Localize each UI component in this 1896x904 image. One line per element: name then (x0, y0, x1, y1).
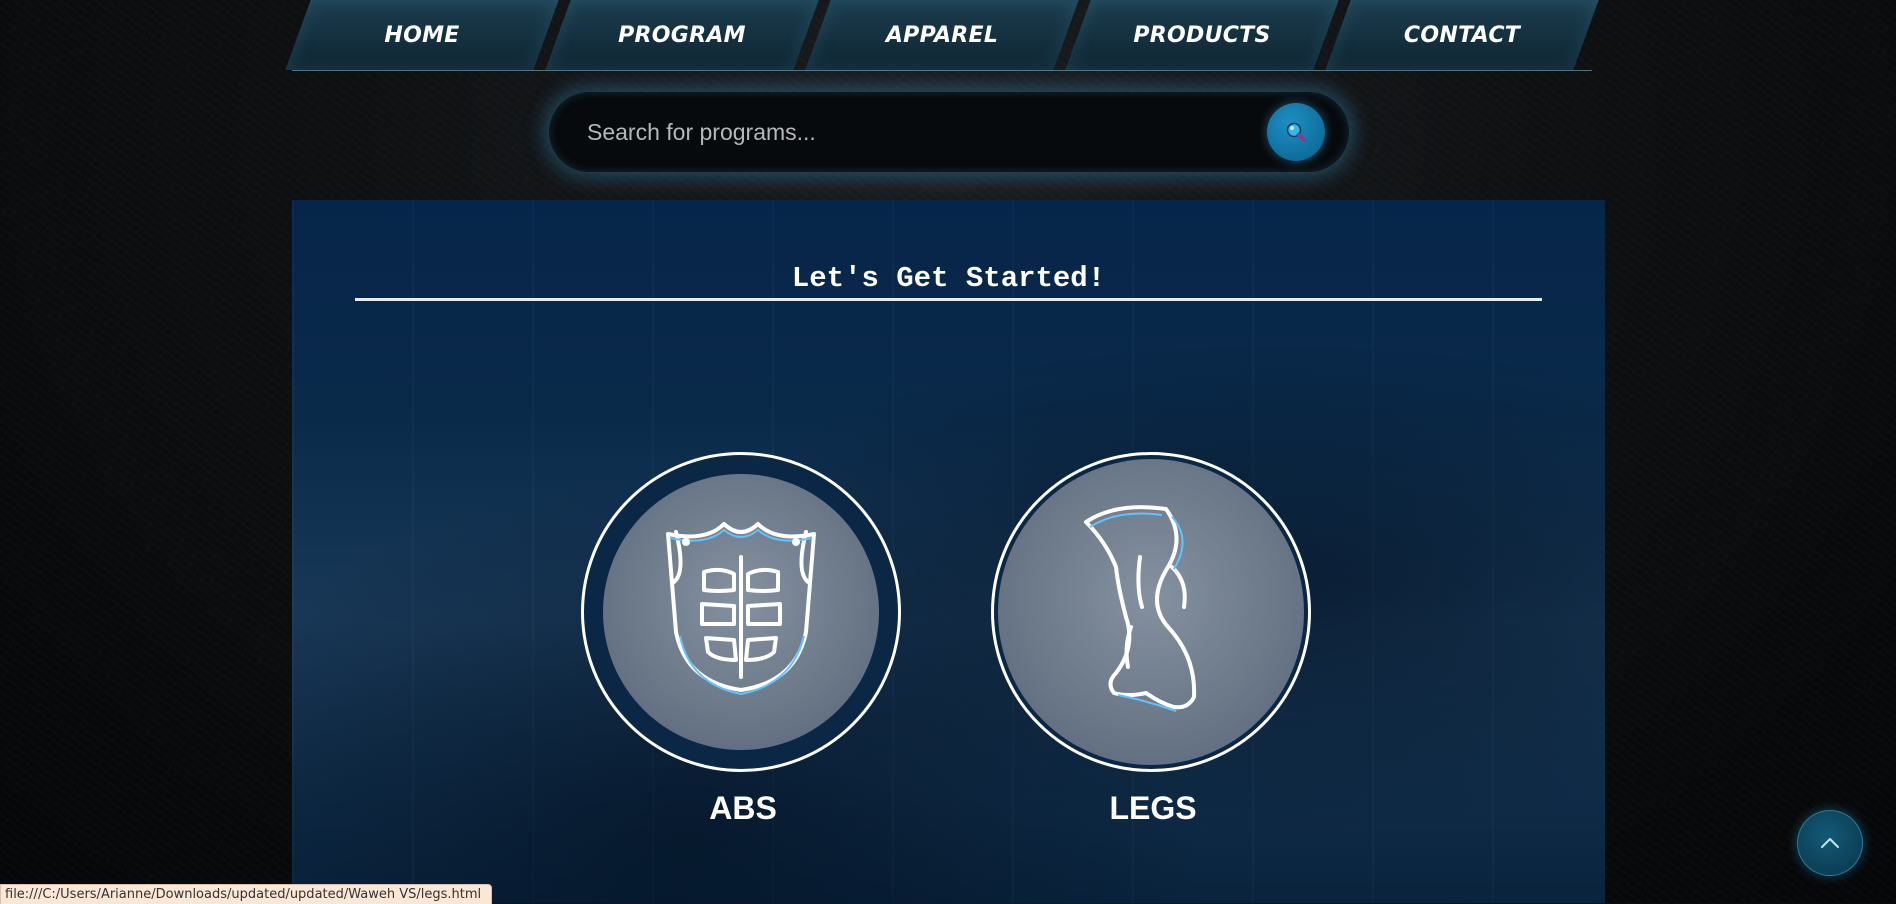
search-icon (1286, 122, 1306, 142)
nav-contact-label: CONTACT (1403, 22, 1521, 48)
nav-products[interactable]: PRODUCTS (1072, 0, 1332, 70)
main-nav: HOME PROGRAM APPAREL PRODUCTS CONTACT (292, 0, 1592, 71)
nav-apparel-label: APPAREL (885, 22, 999, 48)
leg-icon (1084, 505, 1197, 712)
main-panel: Let's Get Started! ABS LEGS (292, 200, 1605, 903)
page-heading: Let's Get Started! (355, 260, 1542, 301)
legs-ring (991, 452, 1311, 772)
abs-image (603, 474, 879, 750)
panel-background-image (292, 200, 1605, 903)
abs-card[interactable]: ABS (581, 452, 905, 827)
nav-apparel[interactable]: APPAREL (812, 0, 1072, 70)
status-bar-url: file:///C:/Users/Arianne/Downloads/updat… (0, 884, 493, 904)
nav-program-label: PROGRAM (618, 22, 746, 48)
nav-program[interactable]: PROGRAM (552, 0, 812, 70)
abs-icon (666, 522, 816, 696)
search-button[interactable] (1267, 103, 1325, 161)
nav-home[interactable]: HOME (292, 0, 552, 70)
search-input[interactable] (585, 109, 1267, 155)
nav-home-label: HOME (384, 22, 460, 48)
abs-label: ABS (709, 790, 777, 826)
scroll-top-button[interactable] (1797, 810, 1863, 876)
legs-card[interactable]: LEGS (991, 452, 1315, 827)
nav-contact[interactable]: CONTACT (1332, 0, 1592, 70)
legs-image (998, 459, 1304, 765)
abs-ring (581, 452, 901, 772)
chevron-up-icon (1821, 838, 1839, 848)
search-bar (549, 92, 1349, 172)
nav-products-label: PRODUCTS (1133, 22, 1271, 48)
legs-label: LEGS (1109, 790, 1197, 826)
